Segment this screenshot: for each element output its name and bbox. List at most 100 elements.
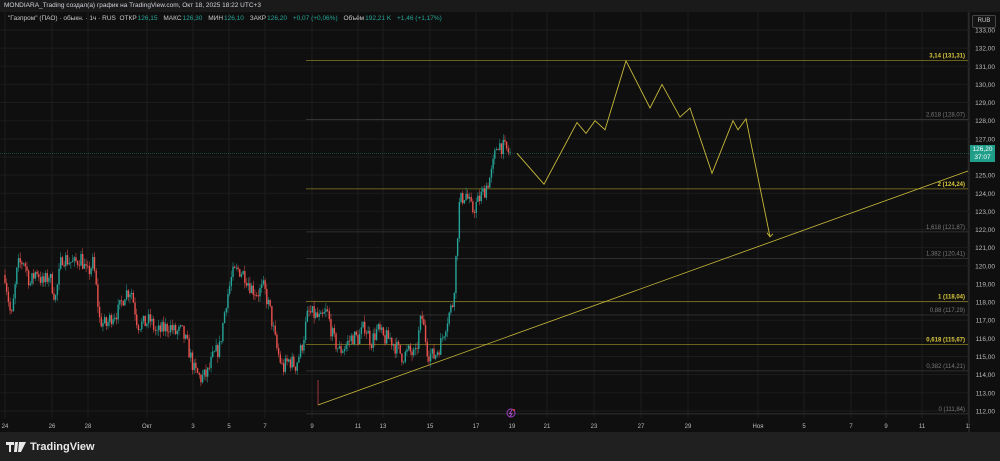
price-tick-label: 129,00 — [975, 100, 995, 107]
candle-body — [185, 334, 187, 339]
candle-body — [102, 323, 104, 327]
candle-body — [473, 212, 476, 213]
candle-body — [252, 285, 254, 295]
time-tick-label: 23 — [591, 424, 598, 430]
current-price: 126,20 — [972, 146, 993, 153]
candle-body — [54, 295, 57, 300]
candle-body — [71, 260, 74, 263]
candle-body — [443, 336, 445, 338]
candle-body — [272, 325, 275, 327]
time-tick-label: 7 — [263, 424, 267, 430]
candle-body — [448, 312, 450, 324]
candle-body — [24, 263, 26, 267]
candle-body — [311, 306, 314, 313]
candle-body — [325, 309, 327, 312]
candle-body — [178, 326, 180, 331]
candle-body — [414, 348, 417, 350]
price-tick-label: 115,00 — [976, 354, 996, 361]
candle-body — [41, 276, 43, 283]
candle-body — [66, 255, 69, 265]
candle-body — [235, 267, 238, 269]
candle-body — [149, 314, 151, 322]
candle-body — [259, 287, 261, 297]
price-chart[interactable]: 133,00 132,00 131,00 130,00 129,00 128,00 127,… — [0, 0, 1000, 432]
candle-body — [401, 353, 403, 363]
candle-body — [298, 357, 300, 363]
candle-body — [227, 293, 229, 309]
time-tick-label: 19 — [509, 424, 516, 430]
candle-body — [321, 312, 324, 314]
candle-body — [478, 195, 481, 202]
candle-body — [242, 271, 244, 275]
candle-body — [360, 327, 363, 334]
candle-body — [456, 238, 459, 256]
candle-body — [315, 312, 317, 318]
brand-name: TradingView — [30, 441, 95, 453]
candle-body — [436, 352, 439, 356]
candle-body — [122, 301, 124, 306]
candle-body — [318, 313, 320, 317]
candle-body — [107, 321, 109, 326]
candle-body — [198, 373, 200, 375]
time-tick-label: Окт — [142, 424, 152, 430]
symbol-name[interactable]: "Газпром" (ПАО) · обыкн. · 1ч · RUS — [8, 15, 116, 22]
price-tick-label: 113,00 — [976, 390, 996, 397]
candle-body — [58, 268, 60, 285]
candle-body — [299, 345, 302, 358]
candle-body — [103, 317, 106, 324]
candle-body — [411, 351, 413, 356]
fib-level-label: 1,382 (120,41) — [926, 251, 965, 257]
candle-body — [480, 191, 482, 202]
candle-body — [239, 269, 241, 277]
candle-body — [5, 283, 8, 292]
candle-body — [289, 359, 292, 368]
volume-change: +1,46 (+1,17%) — [397, 15, 442, 22]
candle-body — [450, 305, 452, 313]
low-label: МИН — [208, 15, 224, 22]
candle-body — [191, 352, 194, 371]
candle-body — [423, 319, 425, 326]
candle-body — [56, 284, 59, 296]
candle-body — [438, 352, 440, 355]
candle-body — [205, 369, 207, 377]
candle-body — [105, 317, 108, 326]
candle-body — [458, 202, 461, 239]
price-tick-label: 132,00 — [975, 46, 995, 53]
candle-body — [181, 325, 184, 327]
currency-button[interactable]: RUB — [972, 15, 996, 28]
candle-body — [169, 325, 172, 333]
candle-body — [237, 267, 239, 270]
candle-body — [406, 349, 408, 352]
time-tick-label: 9 — [884, 424, 888, 430]
candle-body — [217, 345, 219, 357]
candle-body — [83, 264, 86, 269]
candle-body — [233, 266, 236, 268]
candle-body — [370, 344, 373, 348]
candle-body — [190, 352, 192, 358]
candle-body — [88, 266, 91, 275]
candle-body — [250, 285, 253, 293]
candle-body — [120, 300, 123, 302]
candle-body — [124, 299, 126, 306]
candle-body — [477, 195, 479, 203]
candle-body — [431, 348, 434, 354]
candle-body — [80, 253, 82, 266]
candle-body — [316, 312, 319, 317]
high-label: МАКС — [163, 15, 182, 22]
time-tick-label: 29 — [685, 424, 692, 430]
candle-body — [222, 323, 224, 342]
candle-body — [353, 331, 356, 345]
candle-body — [301, 345, 303, 351]
candle-body — [137, 325, 140, 331]
candle-body — [159, 325, 162, 332]
candle-body — [212, 351, 214, 358]
candle-body — [43, 276, 45, 283]
price-tick-label: 118,00 — [976, 300, 996, 307]
candle-body — [95, 270, 97, 285]
time-tick-label: 7 — [849, 424, 853, 430]
fib-level-label: 2 (124,24) — [938, 182, 965, 188]
low-value: 126,10 — [224, 15, 244, 22]
candle-body — [323, 311, 325, 314]
candle-body — [313, 306, 315, 318]
candle-body — [394, 344, 396, 354]
